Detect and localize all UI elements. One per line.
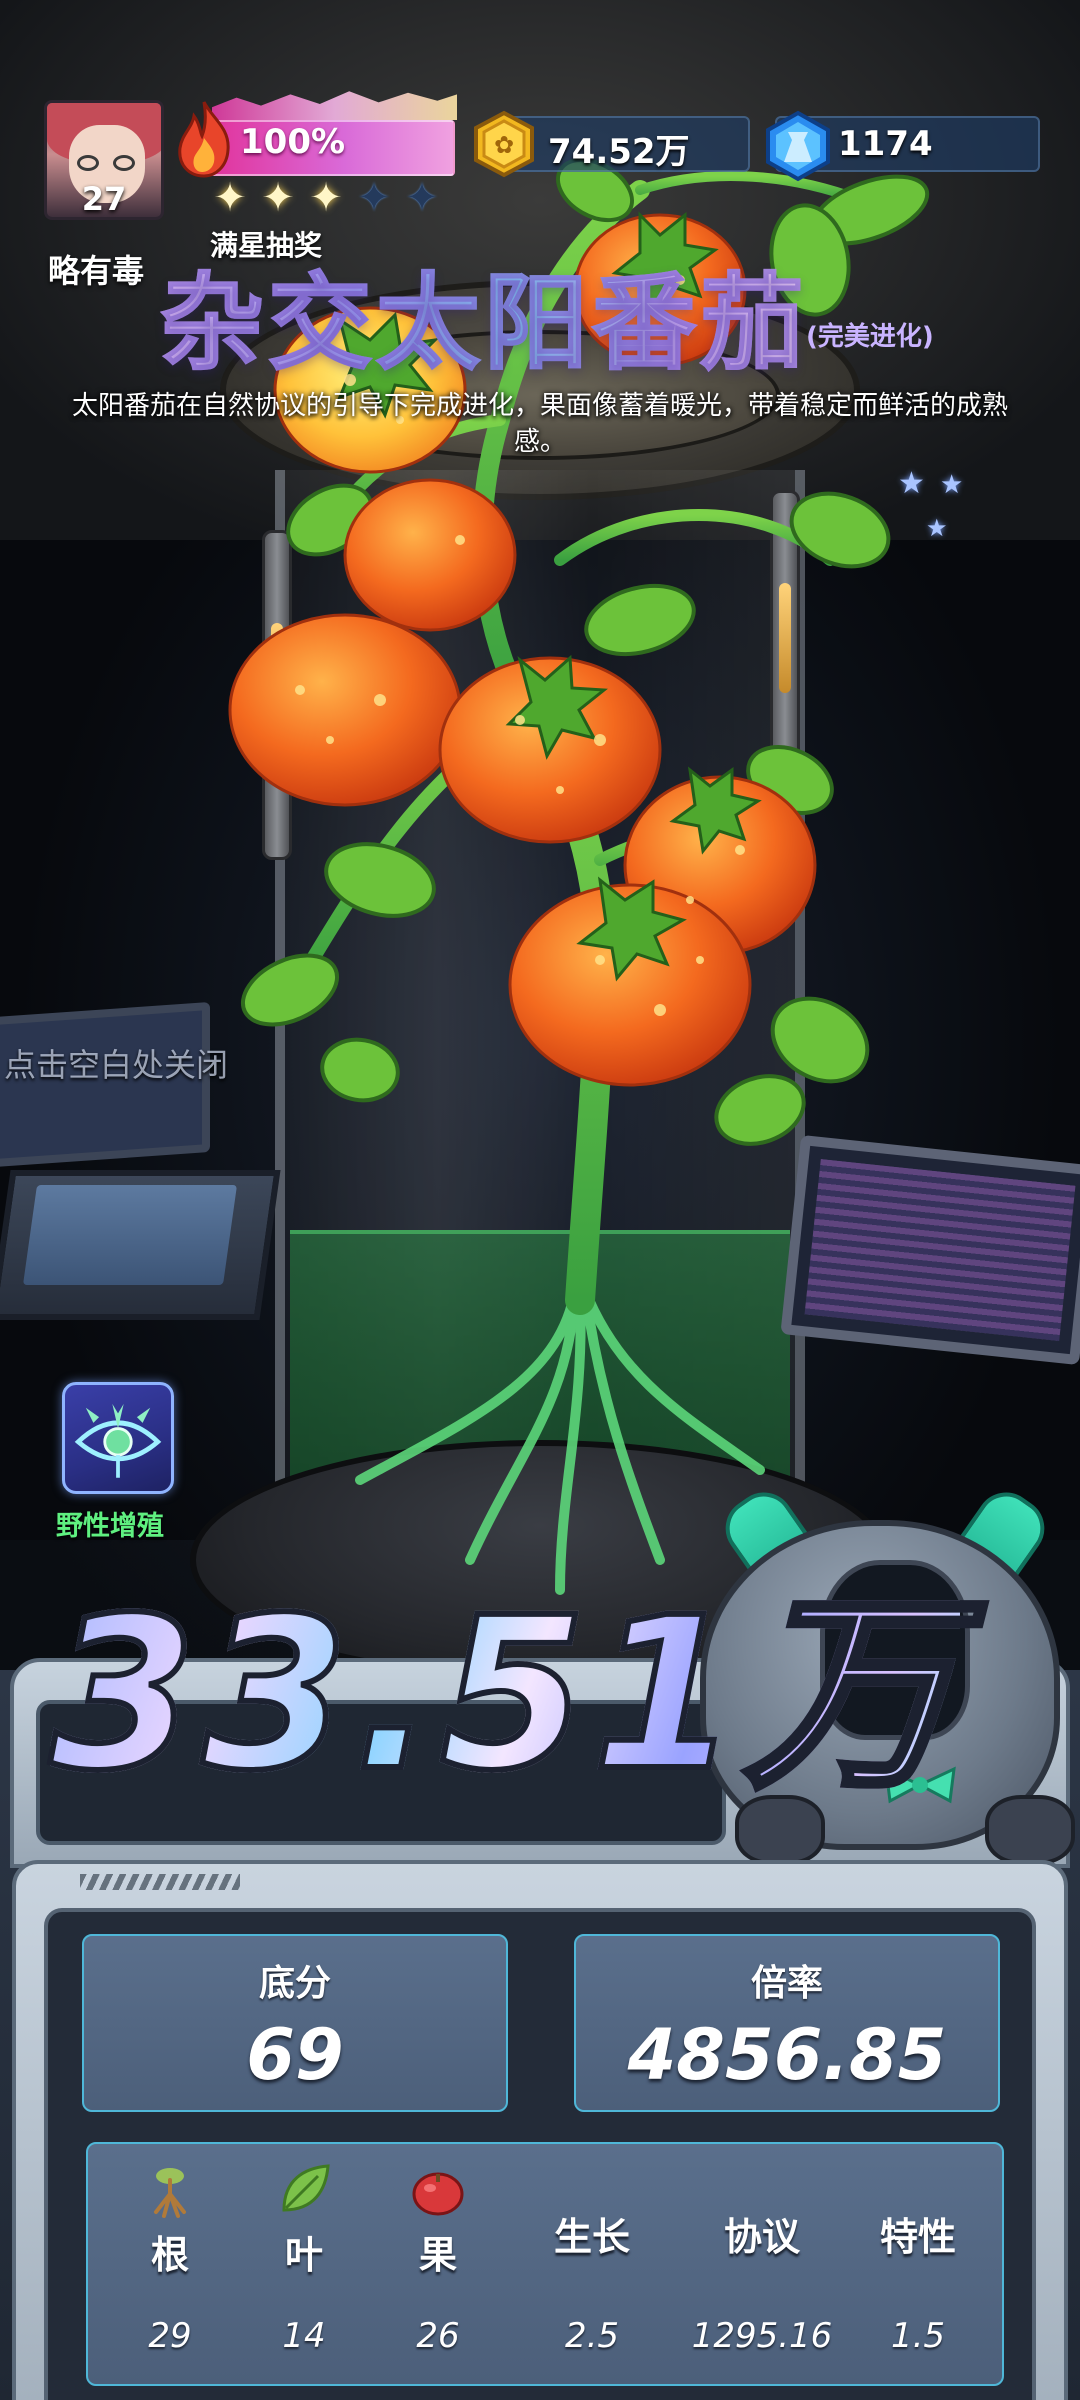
attr-root-label: 根	[150, 2233, 189, 2277]
wild-breeding-label: 野性增殖	[56, 1511, 164, 1542]
attr-protocol: 协议 1295.16	[672, 2144, 852, 2388]
attr-protocol-label: 协议	[723, 2215, 800, 2259]
plant-title: 杂交太阳番茄	[159, 238, 808, 389]
attr-growth: 生长 2.5	[502, 2144, 682, 2388]
svg-text:✿: ✿	[494, 131, 514, 159]
multiplier-card: 倍率 4856.85	[574, 1934, 1000, 2112]
energy-percent: 100%	[240, 122, 346, 162]
attr-leaf-label: 叶	[284, 2233, 323, 2277]
coin-icon: ✿	[474, 110, 534, 178]
robot-hand-right	[985, 1795, 1075, 1865]
base-score-label: 底分	[258, 1963, 331, 2004]
avatar-glasses-left	[77, 155, 99, 171]
sparkle-icon: ★	[940, 470, 964, 500]
attr-trait-label: 特性	[879, 2215, 956, 2259]
base-score-card: 底分 69	[82, 1934, 508, 2112]
star-filled-icon: ✦	[261, 175, 295, 221]
fruit-icon	[412, 2172, 464, 2216]
attr-leaf-value: 14	[282, 2316, 326, 2356]
star-empty-icon: ✦	[357, 175, 391, 221]
star-filled-icon: ✦	[309, 175, 343, 221]
attributes-card: 根 29 叶 14 果 26 生长 2.5 协议 1295.16 特性 1.5	[86, 2142, 1004, 2386]
total-score: 33.51万	[47, 1572, 961, 1818]
plant-roots	[355, 1285, 765, 1595]
attr-fruit: 果 26	[368, 2144, 508, 2388]
avatar-glasses-right	[113, 155, 135, 171]
plant-description: 太阳番茄在自然协议的引导下完成进化，果面像蓄着暖光，带着稳定而鲜活的成熟感。	[71, 391, 1008, 457]
fire-icon	[178, 101, 230, 178]
attr-trait-value: 1.5	[890, 2316, 946, 2356]
multiplier-value: 4856.85	[627, 2014, 947, 2096]
attr-fruit-label: 果	[418, 2233, 457, 2277]
attr-leaf: 叶 14	[234, 2144, 374, 2388]
panel-stripes	[80, 1874, 240, 1890]
root-icon	[154, 2168, 186, 2218]
close-hint[interactable]: 点击空白处关闭	[4, 1040, 228, 1086]
sparkle-icon: ★	[898, 466, 925, 501]
attr-root-value: 29	[148, 2316, 192, 2356]
attr-protocol-value: 1295.16	[691, 2316, 833, 2356]
sparkle-icon: ★	[926, 514, 948, 542]
attr-fruit-value: 26	[416, 2316, 460, 2356]
wild-breeding-button[interactable]	[62, 1382, 174, 1494]
star-filled-icon: ✦	[213, 175, 247, 221]
base-score-value: 69	[246, 2014, 344, 2096]
player-status: 略有毒	[48, 252, 145, 290]
multiplier-label: 倍率	[750, 1963, 823, 2004]
plant-evolution-tag: (完美进化)	[806, 322, 934, 352]
attr-root: 根 29	[100, 2144, 240, 2388]
star-rating: ✦ ✦ ✦ ✦ ✦	[208, 176, 444, 226]
coin-amount: 74.52万	[548, 132, 690, 172]
leaf-icon	[282, 2164, 330, 2212]
gem-amount: 1174	[838, 124, 933, 164]
attr-growth-value: 2.5	[564, 2316, 620, 2356]
wild-eye-icon	[74, 1403, 162, 1478]
star-empty-icon: ✦	[405, 175, 439, 221]
attr-trait: 特性 1.5	[828, 2144, 1008, 2388]
player-level: 27	[81, 180, 127, 218]
gem-icon	[766, 110, 830, 182]
attr-growth-label: 生长	[553, 2215, 630, 2259]
